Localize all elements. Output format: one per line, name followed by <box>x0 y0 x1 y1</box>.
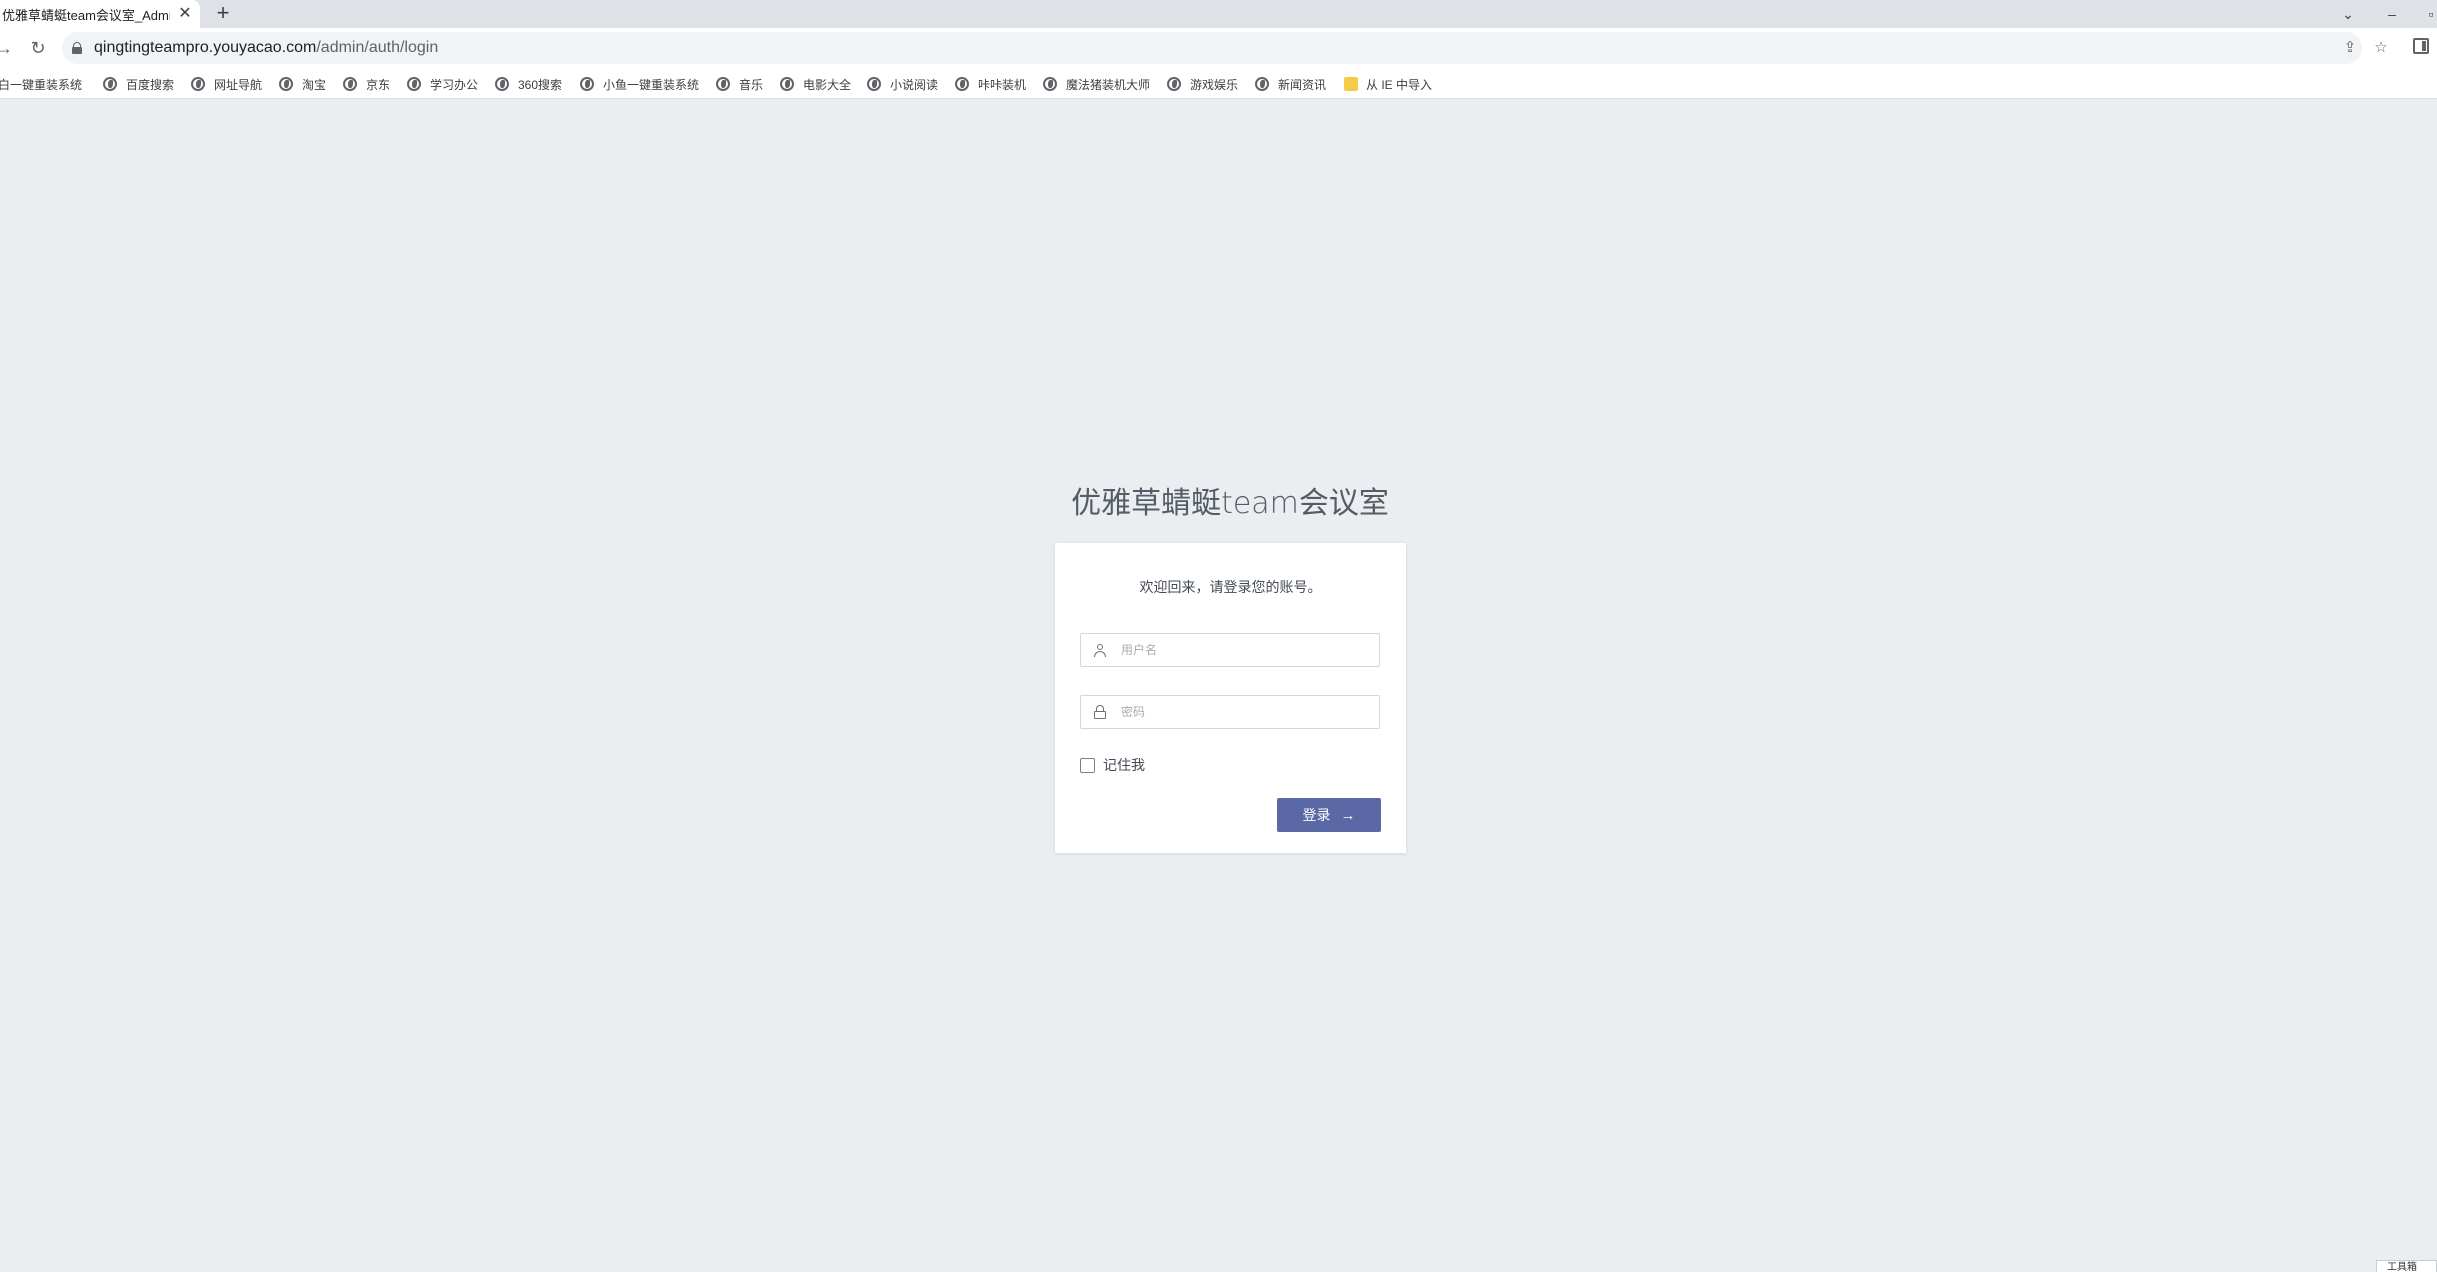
tab-search-chevron-icon[interactable]: ⌄ <box>2334 0 2362 28</box>
bookmark-label: 咔咔装机 <box>978 77 1027 92</box>
corner-widget[interactable]: 工具箱 <box>2376 1260 2437 1272</box>
bookmark-label: 360搜索 <box>518 77 563 92</box>
browser-toolbar: → ↻ qingtingteampro.youyacao.com/admin/a… <box>0 28 2437 68</box>
globe-icon <box>780 77 794 91</box>
bookmark-star-icon[interactable]: ☆ <box>2371 38 2391 58</box>
globe-icon <box>580 77 594 91</box>
globe-icon <box>1167 77 1181 91</box>
bookmark-item[interactable]: 百度搜索 <box>103 74 174 94</box>
login-button-label: 登录 <box>1302 807 1331 823</box>
bookmark-label: 网址导航 <box>214 77 263 92</box>
username-field[interactable] <box>1080 633 1380 667</box>
bookmark-label: 百度搜索 <box>126 77 175 92</box>
globe-icon <box>191 77 205 91</box>
bookmark-item[interactable]: 游戏娱乐 <box>1167 74 1238 94</box>
url-path: /admin/auth/login <box>316 39 439 56</box>
globe-icon <box>343 77 357 91</box>
globe-icon <box>716 77 730 91</box>
password-field[interactable] <box>1080 695 1380 729</box>
globe-icon <box>867 77 881 91</box>
password-input[interactable] <box>1121 696 1371 728</box>
bookmark-label: 京东 <box>366 77 391 92</box>
bookmark-item[interactable]: 新闻资讯 <box>1255 74 1326 94</box>
bookmark-label: 淘宝 <box>302 77 327 92</box>
bookmark-item[interactable]: 小鱼一键重装系统 <box>580 74 699 94</box>
login-button[interactable]: 登录 → <box>1277 798 1381 832</box>
username-input[interactable] <box>1121 634 1371 666</box>
bookmark-item[interactable]: 小说阅读 <box>867 74 938 94</box>
lock-icon <box>1094 705 1106 719</box>
bookmark-item[interactable]: 京东 <box>343 74 390 94</box>
bookmarks-bar: 白一键重装系统 百度搜索 网址导航 淘宝 京东 学习办公 360搜索 小鱼一键重… <box>0 68 2437 99</box>
folder-icon <box>1344 77 1358 91</box>
browser-tabstrip: 优雅草蜻蜓team会议室_Admin ✕ + ⌄ – ▫ <box>0 0 2437 28</box>
bookmark-label: 新闻资讯 <box>1278 77 1327 92</box>
bookmark-item[interactable]: 白一键重装系统 <box>0 74 82 94</box>
maximize-window-icon[interactable]: ▫ <box>2417 0 2437 28</box>
bookmark-item[interactable]: 魔法猪装机大师 <box>1043 74 1150 94</box>
globe-icon <box>495 77 509 91</box>
bookmark-label: 学习办公 <box>430 77 479 92</box>
login-card: 欢迎回来，请登录您的账号。 记住我 登录 → <box>1055 543 1406 853</box>
globe-icon <box>407 77 421 91</box>
globe-icon <box>1043 77 1057 91</box>
minimize-window-icon[interactable]: – <box>2378 0 2406 28</box>
bookmark-item[interactable]: 电影大全 <box>780 74 851 94</box>
globe-icon <box>955 77 969 91</box>
bookmark-label: 魔法猪装机大师 <box>1066 77 1151 92</box>
globe-icon <box>103 77 117 91</box>
remember-label: 记住我 <box>1103 757 1145 773</box>
user-icon <box>1094 643 1106 657</box>
page-title: 优雅草蜻蜓team会议室 <box>1071 486 1389 521</box>
new-tab-button[interactable]: + <box>212 2 234 25</box>
bookmark-label: 白一键重装系统 <box>0 77 83 92</box>
globe-icon <box>1255 77 1269 91</box>
globe-icon <box>279 77 293 91</box>
close-tab-icon[interactable]: ✕ <box>176 5 194 23</box>
side-panel-icon[interactable] <box>2413 38 2429 54</box>
bookmark-item[interactable]: 音乐 <box>716 74 763 94</box>
bookmark-label: 从 IE 中导入 <box>1366 77 1433 92</box>
bookmark-label: 小说阅读 <box>890 77 939 92</box>
welcome-text: 欢迎回来，请登录您的账号。 <box>1139 579 1322 595</box>
bookmark-item[interactable]: 从 IE 中导入 <box>1344 74 1432 94</box>
bookmark-label: 音乐 <box>739 77 764 92</box>
bookmark-item[interactable]: 淘宝 <box>279 74 326 94</box>
bookmark-label: 小鱼一键重装系统 <box>603 77 700 92</box>
forward-arrow-icon[interactable]: → <box>0 36 16 60</box>
bookmark-label: 游戏娱乐 <box>1190 77 1239 92</box>
bookmark-item[interactable]: 咔咔装机 <box>955 74 1026 94</box>
bookmark-item[interactable]: 360搜索 <box>495 74 562 94</box>
remember-me[interactable]: 记住我 <box>1080 755 1145 775</box>
browser-tab[interactable]: 优雅草蜻蜓team会议室_Admin ✕ <box>0 0 200 28</box>
url-text[interactable]: qingtingteampro.youyacao.com/admin/auth/… <box>94 39 438 57</box>
arrow-right-icon: → <box>1340 806 1356 824</box>
share-icon[interactable]: ⇪ <box>2340 38 2360 58</box>
bookmark-label: 电影大全 <box>803 77 852 92</box>
bookmark-item[interactable]: 网址导航 <box>191 74 262 94</box>
remember-checkbox[interactable] <box>1080 757 1095 773</box>
url-host: qingtingteampro.youyacao.com <box>94 39 317 56</box>
bookmark-item[interactable]: 学习办公 <box>407 74 478 94</box>
address-bar[interactable]: qingtingteampro.youyacao.com/admin/auth/… <box>62 32 2362 64</box>
tab-title: 优雅草蜻蜓team会议室_Admin <box>2 7 170 23</box>
reload-icon[interactable]: ↻ <box>26 36 50 60</box>
lock-icon[interactable] <box>72 42 82 54</box>
